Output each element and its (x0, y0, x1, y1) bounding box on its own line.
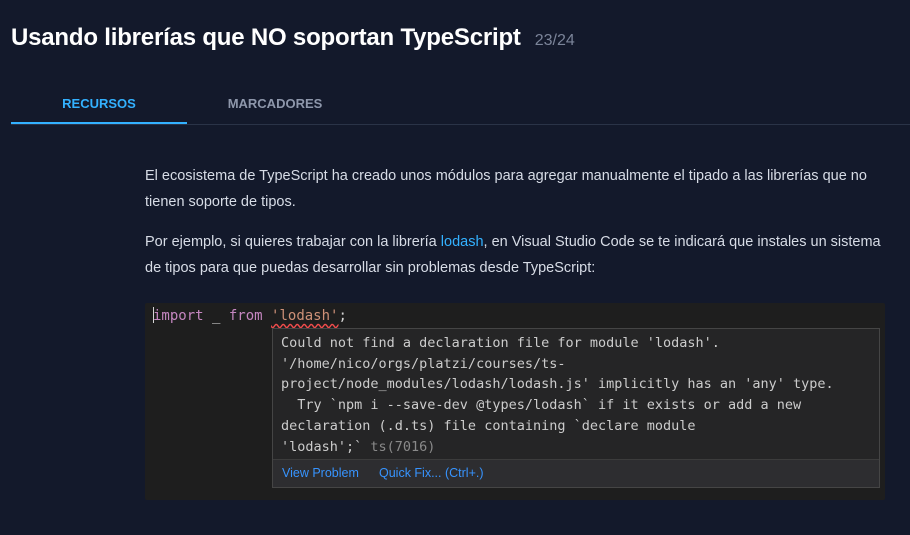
code-editor-screenshot: import _ from 'lodash'; Could not find a… (145, 303, 885, 500)
module-string: 'lodash' (271, 308, 339, 324)
tab-bookmarks[interactable]: MARCADORES (187, 84, 363, 122)
view-problem-link[interactable]: View Problem (282, 460, 359, 487)
intro-paragraph: El ecosistema de TypeScript ha creado un… (145, 168, 867, 210)
error-hover-tooltip: Could not find a declaration file for mo… (272, 328, 880, 488)
resource-content: El ecosistema de TypeScript ha creado un… (145, 163, 885, 295)
keyword-import: import (153, 308, 204, 324)
hover-actions-bar: View Problem Quick Fix... (Ctrl+.) (273, 459, 879, 487)
lodash-link[interactable]: lodash (441, 234, 484, 250)
page-title: Usando librerías que NO soportan TypeScr… (11, 24, 521, 51)
error-line: Could not find a declaration file for mo… (281, 335, 720, 351)
code-semicolon: ; (338, 308, 347, 324)
lesson-counter: 23/24 (534, 32, 575, 49)
error-line: '/home/nico/orgs/platzi/courses/ts- (281, 355, 566, 372)
code-identifier: _ (203, 308, 229, 324)
error-line: Try `npm i --save-dev @types/lodash` if … (281, 397, 802, 414)
lesson-header: Usando librerías que NO soportan TypeScr… (11, 24, 575, 52)
example-paragraph: Por ejemplo, si quieres trabajar con la … (145, 229, 885, 281)
code-line: import _ from 'lodash'; (153, 307, 347, 325)
error-line: declaration (.d.ts) file containing `dec… (281, 417, 696, 434)
tab-bar: RECURSOS MARCADORES (11, 84, 910, 125)
tab-resources[interactable]: RECURSOS (11, 84, 187, 124)
quick-fix-link[interactable]: Quick Fix... (Ctrl+.) (379, 460, 484, 487)
error-message: Could not find a declaration file for mo… (281, 333, 873, 457)
error-line: project/node_modules/lodash/lodash.js' i… (281, 376, 834, 393)
error-line: 'lodash';` (281, 438, 363, 455)
example-text-before: Por ejemplo, si quieres trabajar con la … (145, 234, 441, 250)
error-code: ts(7016) (362, 438, 436, 455)
keyword-from: from (228, 308, 263, 324)
